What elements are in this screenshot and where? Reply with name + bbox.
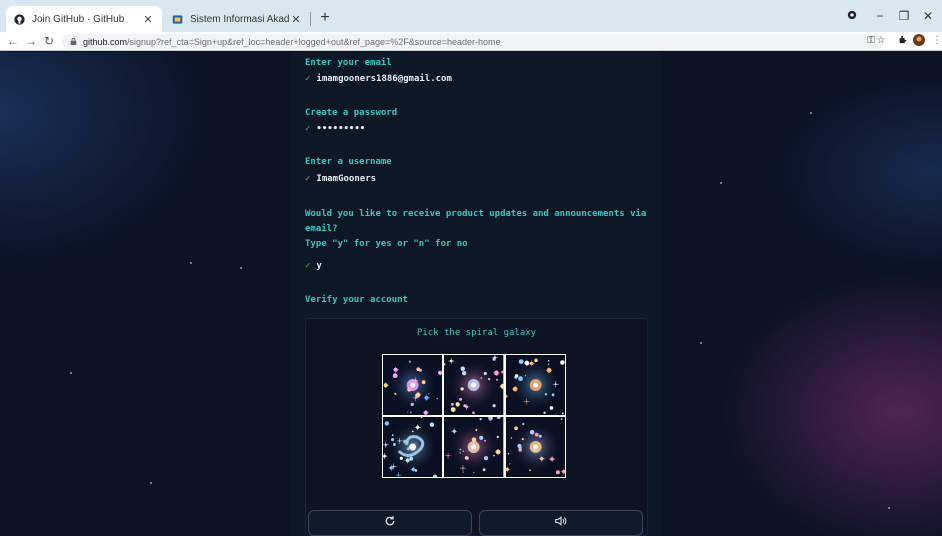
tab-close-icon[interactable]: ✕ — [290, 13, 302, 26]
galaxy-option-3[interactable] — [505, 355, 565, 415]
background-star — [190, 262, 192, 264]
email-answer[interactable]: ✓ imamgooners1886@gmail.com — [305, 74, 452, 84]
tab-close-icon[interactable]: ✕ — [142, 13, 154, 26]
reload-captcha-button[interactable] — [308, 510, 472, 536]
galaxy-option-2[interactable] — [444, 355, 504, 415]
check-icon: ✓ — [305, 261, 311, 271]
university-icon — [172, 14, 183, 25]
audio-icon — [554, 514, 568, 532]
galaxy-option-4[interactable] — [383, 417, 443, 477]
close-window-button[interactable]: ✕ — [918, 6, 938, 26]
menu-icon[interactable]: ⋮ — [930, 34, 942, 48]
lock-icon — [70, 37, 77, 46]
background-star — [150, 482, 152, 484]
browser-toolbar: ← → ↻ github.com/signup?ref_cta=Sign+up&… — [0, 32, 942, 51]
captcha-box: Pick the spiral galaxy — [305, 318, 648, 536]
tab-join-github[interactable]: Join GitHub · GitHub ✕ — [6, 6, 162, 32]
address-path: /signup?ref_cta=Sign+up&ref_loc=header+l… — [127, 36, 501, 47]
back-icon[interactable]: ← — [6, 34, 20, 48]
verify-heading: Verify your account — [305, 295, 408, 305]
restore-button[interactable]: ❐ — [894, 6, 914, 26]
password-answer[interactable]: ✓ ••••••••• — [305, 124, 365, 134]
updates-prompt-line3: Type "y" for yes or "n" for no — [305, 239, 468, 249]
tab-separator — [310, 12, 311, 26]
github-icon — [14, 13, 25, 25]
signup-panel: Enter your email ✓ imamgooners1886@gmail… — [291, 52, 662, 536]
updates-prompt-line1: Would you like to receive product update… — [305, 209, 647, 219]
address-bar[interactable]: github.com/signup?ref_cta=Sign+up&ref_lo… — [62, 34, 884, 49]
browser-tab-bar: Join GitHub · GitHub ✕ Sistem Informasi … — [0, 0, 942, 32]
tab-title: Join GitHub · GitHub — [32, 13, 125, 25]
updates-value: y — [316, 261, 322, 271]
audio-captcha-button[interactable] — [479, 510, 643, 536]
minimize-button[interactable]: − — [870, 6, 890, 26]
bookmark-star-icon[interactable]: ☆ — [874, 34, 888, 48]
username-value: ImamGooners — [316, 174, 377, 184]
check-icon: ✓ — [305, 124, 311, 134]
updates-prompt-line2: email? — [305, 224, 338, 234]
background-star — [888, 507, 890, 509]
background-star — [240, 267, 242, 269]
tab-sistem-informasi[interactable]: Sistem Informasi Akademik ✕ — [164, 6, 310, 32]
avatar[interactable] — [912, 34, 926, 48]
galaxy-option-6[interactable] — [505, 417, 565, 477]
new-tab-button[interactable]: + — [316, 9, 334, 27]
background-star — [810, 112, 812, 114]
extensions-icon[interactable] — [896, 34, 910, 48]
email-prompt: Enter your email — [305, 58, 392, 68]
email-value: imamgooners1886@gmail.com — [316, 74, 452, 84]
background-star — [70, 372, 72, 374]
username-prompt: Enter a username — [305, 157, 392, 167]
password-value: ••••••••• — [316, 124, 366, 134]
galaxy-option-1[interactable] — [383, 355, 443, 415]
reload-icon — [384, 514, 396, 532]
captcha-title: Pick the spiral galaxy — [416, 328, 537, 338]
forward-icon[interactable]: → — [24, 34, 38, 48]
tab-title: Sistem Informasi Akademik — [190, 13, 290, 25]
check-icon: ✓ — [305, 174, 311, 184]
page-background: Enter your email ✓ imamgooners1886@gmail… — [0, 52, 942, 536]
address-domain: github.com — [83, 36, 128, 47]
check-icon: ✓ — [305, 74, 311, 84]
profile-icon[interactable] — [842, 6, 862, 26]
username-answer[interactable]: ✓ ImamGooners — [305, 174, 376, 184]
galaxy-option-5[interactable] — [444, 417, 504, 477]
password-prompt: Create a password — [305, 108, 398, 118]
captcha-image-grid — [382, 354, 566, 478]
reload-page-icon[interactable]: ↻ — [42, 34, 56, 48]
background-star — [700, 342, 702, 344]
background-star — [720, 182, 722, 184]
updates-answer[interactable]: ✓ y — [305, 261, 322, 271]
